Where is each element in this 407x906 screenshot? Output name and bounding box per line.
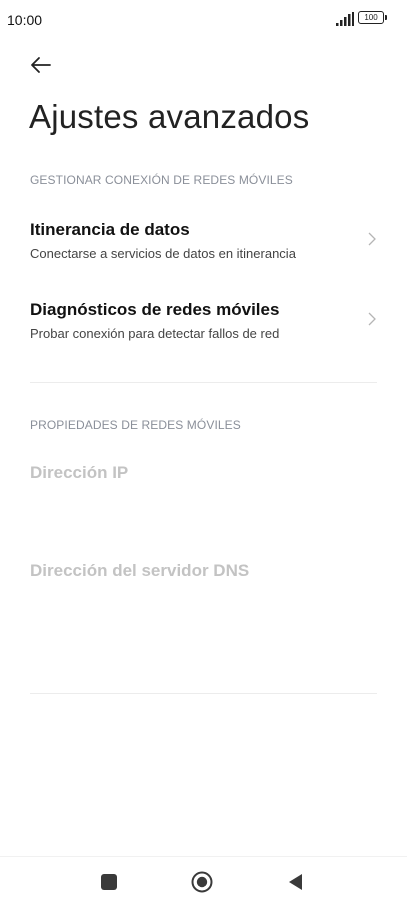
triangle-back-icon[interactable] (286, 872, 304, 892)
battery-level: 100 (364, 13, 378, 22)
item-title: Diagnósticos de redes móviles (30, 300, 280, 319)
dns-server-address-item: Dirección del servidor DNS (30, 561, 250, 580)
page-title: Ajustes avanzados (29, 98, 310, 135)
item-title: Itinerancia de datos (30, 220, 190, 239)
divider (30, 693, 377, 694)
section-header-properties: PROPIEDADES DE REDES MÓVILES (30, 418, 241, 432)
data-roaming-item[interactable]: Itinerancia de datos Conectarse a servic… (0, 220, 407, 290)
navigation-bar (0, 856, 407, 906)
square-icon[interactable] (101, 874, 117, 890)
item-subtitle: Probar conexión para detectar fallos de … (30, 326, 280, 341)
circle-icon[interactable] (191, 871, 213, 893)
chevron-right-icon (368, 232, 376, 246)
status-bar: 10:00 100 (0, 0, 407, 40)
chevron-right-icon (368, 312, 376, 326)
network-diagnostics-item[interactable]: Diagnósticos de redes móviles Probar con… (0, 300, 407, 370)
ip-address-item: Dirección IP (30, 463, 129, 482)
screen: 10:00 100 Ajustes avanzados GESTIONAR CO… (0, 0, 407, 906)
back-arrow-icon[interactable] (26, 50, 56, 80)
battery-icon: 100 (358, 11, 387, 24)
status-time: 10:00 (7, 12, 43, 28)
signal-bars-icon (336, 12, 354, 26)
section-header-manage: GESTIONAR CONEXIÓN DE REDES MÓVILES (30, 173, 293, 187)
item-subtitle: Conectarse a servicios de datos en itine… (30, 246, 296, 261)
divider (30, 382, 377, 383)
